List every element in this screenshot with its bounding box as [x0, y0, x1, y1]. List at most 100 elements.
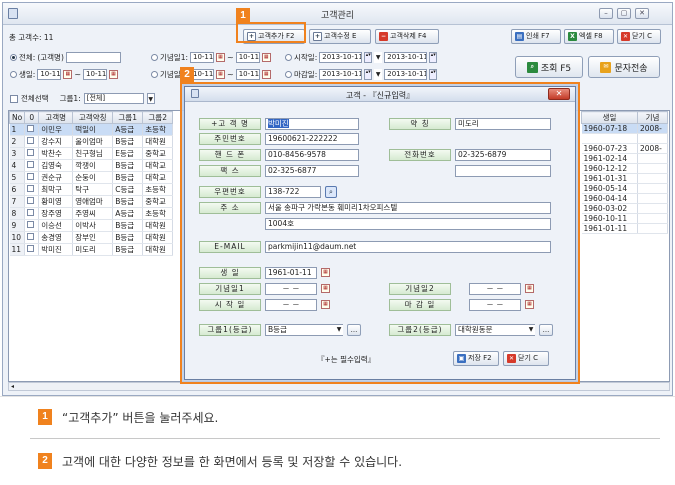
anniv1-to[interactable]: 10-11	[235, 52, 260, 63]
birth-radio[interactable]	[10, 71, 17, 78]
calendar-icon[interactable]: ▦	[261, 53, 271, 62]
table-row[interactable]: 1960-04-14	[581, 193, 668, 204]
table-row[interactable]: 9 이승선 이박사 B등급 대학원	[9, 219, 174, 232]
row-checkbox-cell[interactable]	[24, 231, 40, 244]
chevron-down-icon[interactable]: ▼	[146, 93, 155, 104]
table-row[interactable]	[581, 133, 668, 144]
row-checkbox-cell[interactable]	[24, 207, 40, 220]
table-row[interactable]: 3 박찬수 친구형님 E등급 중학교	[9, 147, 174, 160]
print-button[interactable]: ▤ 인쇄 F7	[511, 29, 561, 44]
delete-customer-button[interactable]: − 고객삭제 F4	[375, 29, 439, 44]
col-anniv[interactable]: 기념	[637, 111, 668, 124]
anniv2-to[interactable]: 10-11	[235, 69, 260, 80]
table-row[interactable]: 1960-12-12	[581, 163, 668, 174]
row-checkbox[interactable]	[27, 149, 35, 156]
table-row[interactable]: 1960-07-18 2008-	[581, 123, 668, 134]
table-row[interactable]: 1961-01-31	[581, 173, 668, 184]
table-cell: 순둥이	[72, 171, 114, 184]
start-from-input[interactable]: 2013-10-11	[319, 52, 363, 63]
select-all-checkbox[interactable]	[10, 94, 18, 103]
row-checkbox[interactable]	[27, 197, 35, 204]
excel-button[interactable]: X 엑셀 F8	[564, 29, 614, 44]
col-check[interactable]: 0	[24, 111, 40, 124]
group-select[interactable]: [전체]	[83, 93, 144, 104]
row-checkbox[interactable]	[27, 221, 35, 228]
table-cell: B등급	[112, 219, 144, 232]
spin-icon[interactable]: ▴▾	[429, 52, 438, 63]
calendar-icon[interactable]: ▦	[63, 70, 73, 79]
spin-icon[interactable]: ▴▾	[364, 52, 373, 63]
minimize-button[interactable]: –	[599, 8, 613, 19]
row-checkbox-cell[interactable]	[24, 171, 40, 184]
anniv1-from[interactable]: 10-11	[190, 52, 214, 63]
table-row[interactable]: 6 최막구 탁구 C등급 초등학	[9, 183, 174, 196]
edit-customer-button[interactable]: + 고객수정 E	[309, 29, 371, 44]
row-checkbox-cell[interactable]	[24, 135, 40, 148]
calendar-icon[interactable]: ▦	[216, 53, 225, 62]
col-group2[interactable]: 그룹2	[142, 111, 174, 124]
anniv2-radio[interactable]	[151, 71, 158, 78]
end-to-input[interactable]: 2013-10-11	[384, 69, 428, 80]
query-button[interactable]: ⌕ 조회 F5	[515, 56, 583, 78]
birth-from[interactable]: 10-11	[37, 69, 62, 80]
row-checkbox-cell[interactable]	[24, 159, 40, 172]
chevron-down-icon[interactable]: ▼	[374, 69, 383, 80]
spin-icon[interactable]: ▴▾	[429, 69, 438, 80]
count-text: 총 고객수: 11	[9, 33, 54, 42]
start-radio[interactable]	[285, 54, 292, 61]
col-nick[interactable]: 고객약칭	[72, 111, 114, 124]
row-checkbox[interactable]	[27, 173, 35, 180]
table-row[interactable]: 1960-10-11	[581, 213, 668, 224]
select-row: 전체선택 그룹1: [전체] ▼	[10, 93, 155, 104]
row-checkbox[interactable]	[27, 209, 35, 216]
close-button[interactable]: ✕ 닫기 C	[617, 29, 661, 44]
end-radio[interactable]	[285, 71, 292, 78]
calendar-icon[interactable]: ▦	[216, 70, 225, 79]
table-row[interactable]: 4 김영숙 깍쟁이 B등급 대학교	[9, 159, 174, 172]
row-checkbox-cell[interactable]	[24, 243, 40, 256]
row-checkbox[interactable]	[27, 137, 35, 144]
calendar-icon[interactable]: ▦	[109, 70, 119, 79]
table-row[interactable]: 11 박미진 미도리 B등급 대학원	[9, 243, 174, 256]
table-row[interactable]: 10 송경영 장부인 B등급 대학원	[9, 231, 174, 244]
row-checkbox-cell[interactable]	[24, 183, 40, 196]
row-checkbox-cell[interactable]	[24, 219, 40, 232]
col-group1[interactable]: 그룹1	[112, 111, 144, 124]
spin-icon[interactable]: ▴▾	[364, 69, 373, 80]
table-row[interactable]: 5 권순규 순둥이 B등급 대학교	[9, 171, 174, 184]
row-checkbox[interactable]	[27, 245, 35, 252]
start-to-input[interactable]: 2013-10-11	[384, 52, 428, 63]
row-checkbox[interactable]	[27, 185, 35, 192]
table-row[interactable]: 1960-07-23 2008-	[581, 143, 668, 154]
table-row[interactable]: 1 이민우 떡일이 A등급 초등학	[9, 123, 174, 136]
end-from-input[interactable]: 2013-10-11	[319, 69, 363, 80]
calendar-icon[interactable]: ▦	[261, 70, 271, 79]
table-row[interactable]: 1960-05-14	[581, 183, 668, 194]
close-window-button[interactable]: ✕	[635, 8, 649, 19]
row-checkbox-cell[interactable]	[24, 123, 40, 136]
table-row[interactable]: 8 장주영 주영씨 A등급 초등학	[9, 207, 174, 220]
sms-button[interactable]: ✉ 문자전송	[588, 56, 660, 78]
anniv1-radio[interactable]	[151, 54, 158, 61]
col-no[interactable]: No	[9, 111, 26, 124]
row-checkbox[interactable]	[27, 125, 35, 132]
row-checkbox[interactable]	[27, 161, 35, 168]
name-search-input[interactable]	[65, 52, 121, 63]
callout-1-badge: 1	[236, 8, 250, 23]
table-cell	[637, 203, 668, 214]
table-row[interactable]: 7 황미영 영애엄마 B등급 중학교	[9, 195, 174, 208]
table-row[interactable]: 1961-01-11	[581, 223, 668, 234]
table-row[interactable]: 1960-03-02	[581, 203, 668, 214]
row-checkbox-cell[interactable]	[24, 195, 40, 208]
col-birth[interactable]: 생일	[581, 111, 638, 124]
scroll-left-icon[interactable]: ◂	[11, 383, 14, 390]
maximize-button[interactable]: ▢	[617, 8, 631, 19]
all-radio[interactable]	[10, 54, 17, 61]
chevron-down-icon[interactable]: ▼	[374, 52, 383, 63]
row-checkbox-cell[interactable]	[24, 147, 40, 160]
col-name[interactable]: 고객명	[38, 111, 74, 124]
table-row[interactable]: 2 강수지 울이엄마 B등급 대학원	[9, 135, 174, 148]
birth-to[interactable]: 10-11	[83, 69, 108, 80]
table-row[interactable]: 1961-02-14	[581, 153, 668, 164]
row-checkbox[interactable]	[27, 233, 35, 240]
